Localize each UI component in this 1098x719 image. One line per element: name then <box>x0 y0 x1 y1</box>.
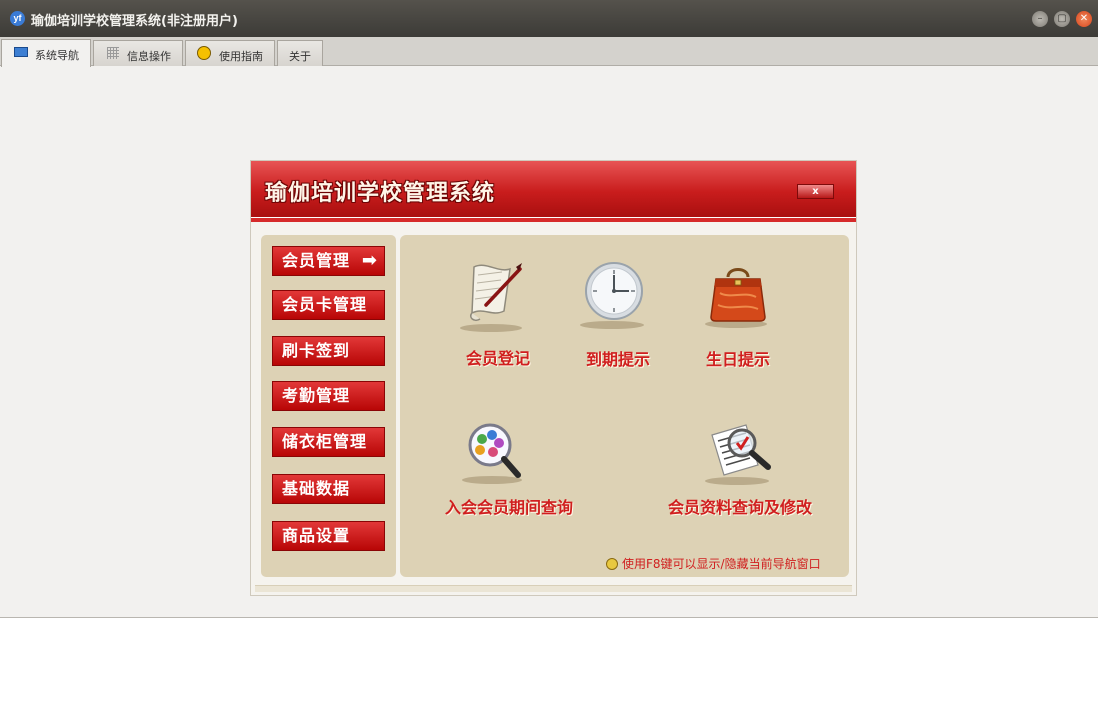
sidebar-item-member-management[interactable]: 会员管理 ➡ <box>272 246 385 276</box>
sidebar: 会员管理 ➡ 会员卡管理 刷卡签到 考勤管理 储衣柜管理 基础数据 商品设置 <box>261 235 396 577</box>
tab-strip: 系统导航 信息操作 使用指南 关于 <box>0 37 1098 67</box>
sidebar-item-member-card-management[interactable]: 会员卡管理 <box>272 290 385 320</box>
tab-info-operations[interactable]: 信息操作 <box>93 40 183 66</box>
panel-close-button[interactable]: x <box>797 184 834 199</box>
membership-period-query-button[interactable]: 入会会员期间查询 <box>445 494 573 518</box>
monitor-icon <box>14 47 28 57</box>
guide-icon <box>197 46 211 60</box>
minimize-icon: – <box>1037 13 1043 24</box>
grid-icon <box>107 47 119 59</box>
close-button[interactable]: ✕ <box>1076 11 1092 27</box>
tab-about[interactable]: 关于 <box>277 40 323 66</box>
tab-label: 使用指南 <box>219 50 263 63</box>
handbag-icon[interactable] <box>708 265 768 323</box>
title-bar[interactable]: yf 瑜伽培训学校管理系统(非注册用户) – ▢ ✕ <box>0 0 1098 37</box>
panel-header: 瑜伽培训学校管理系统 x <box>251 161 856 217</box>
tab-user-guide[interactable]: 使用指南 <box>185 40 275 66</box>
f8-hint: 使用F8键可以显示/隐藏当前导航窗口 <box>606 555 821 572</box>
icon-shadow <box>580 321 644 329</box>
sidebar-item-locker-management[interactable]: 储衣柜管理 <box>272 427 385 457</box>
sidebar-item-label: 会员卡管理 <box>282 295 368 314</box>
maximize-button[interactable]: ▢ <box>1054 11 1070 27</box>
tab-system-navigation[interactable]: 系统导航 <box>1 39 91 67</box>
sidebar-item-label: 考勤管理 <box>282 386 351 405</box>
panel-footer <box>255 585 852 592</box>
sidebar-item-label: 会员管理 <box>282 251 351 270</box>
sidebar-item-label: 刷卡签到 <box>282 341 351 360</box>
scroll-quill-icon[interactable] <box>464 259 524 327</box>
sidebar-item-label: 基础数据 <box>282 479 351 498</box>
birthday-reminder-button[interactable]: 生日提示 <box>706 346 770 370</box>
member-info-query-edit-button[interactable]: 会员资料查询及修改 <box>668 494 812 518</box>
app-window: yf 瑜伽培训学校管理系统(非注册用户) – ▢ ✕ 系统导航 信息操作 使用指… <box>0 0 1098 618</box>
tab-label: 信息操作 <box>127 50 171 63</box>
minimize-button[interactable]: – <box>1032 11 1048 27</box>
close-icon: ✕ <box>1079 13 1089 24</box>
tab-label: 系统导航 <box>35 49 79 62</box>
arrow-right-icon: ➡ <box>361 250 378 271</box>
document-magnifier-icon[interactable] <box>706 421 776 483</box>
clock-icon[interactable] <box>584 261 644 321</box>
action-area: 会员登记 到期提示 生日提示 入会会员期间查询 会员资料查询及修改 使用F8键可… <box>400 235 849 577</box>
navigation-panel: 瑜伽培训学校管理系统 x 会员管理 ➡ 会员卡管理 刷卡签到 考勤管理 储衣柜管… <box>250 160 857 596</box>
app-icon: yf <box>10 11 25 26</box>
header-divider <box>251 217 856 222</box>
panel-title: 瑜伽培训学校管理系统 <box>265 180 496 206</box>
window-title: 瑜伽培训学校管理系统(非注册用户) <box>31 14 238 29</box>
sidebar-item-card-check-in[interactable]: 刷卡签到 <box>272 336 385 366</box>
sidebar-item-label: 商品设置 <box>282 526 351 545</box>
sidebar-item-basic-data[interactable]: 基础数据 <box>272 474 385 504</box>
people-magnifier-icon[interactable] <box>466 423 522 481</box>
sidebar-item-product-settings[interactable]: 商品设置 <box>272 521 385 551</box>
tab-label: 关于 <box>289 50 311 63</box>
down-arrow-icon <box>606 558 618 570</box>
maximize-icon: ▢ <box>1057 13 1067 24</box>
member-registration-button[interactable]: 会员登记 <box>466 345 530 369</box>
sidebar-item-label: 储衣柜管理 <box>282 432 368 451</box>
hint-text: 使用F8键可以显示/隐藏当前导航窗口 <box>622 557 821 571</box>
sidebar-item-attendance-management[interactable]: 考勤管理 <box>272 381 385 411</box>
expiry-reminder-button[interactable]: 到期提示 <box>586 346 650 370</box>
